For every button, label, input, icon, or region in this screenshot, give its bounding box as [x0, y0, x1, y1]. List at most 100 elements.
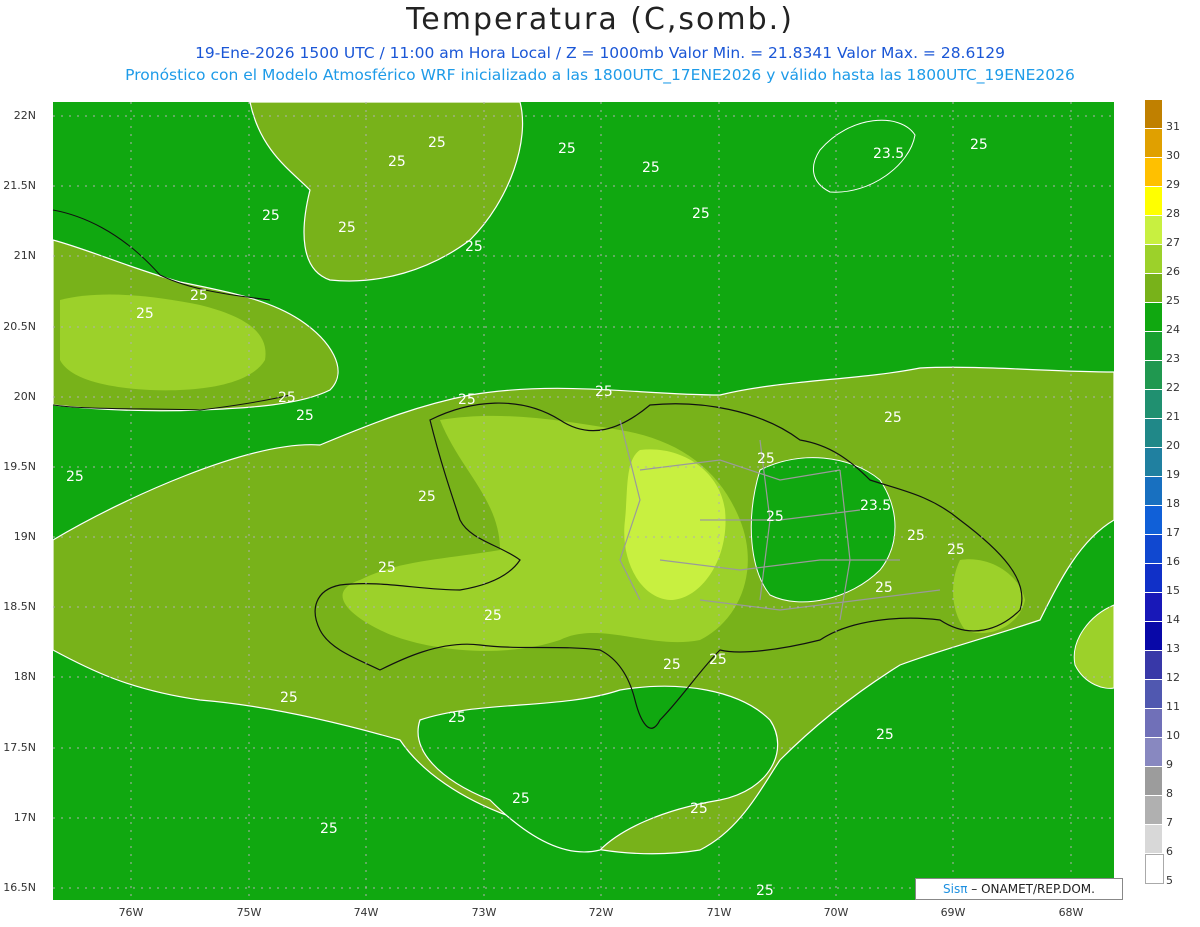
svg-text:25: 25: [642, 160, 660, 176]
svg-text:25: 25: [692, 206, 710, 222]
colorbar-swatch: [1145, 680, 1162, 709]
colorbar-label: 26: [1166, 265, 1180, 278]
svg-text:25: 25: [262, 208, 280, 224]
colorbar-label: 16: [1166, 555, 1180, 568]
svg-text:25: 25: [558, 141, 576, 157]
svg-text:25: 25: [66, 469, 84, 485]
svg-text:25: 25: [418, 489, 436, 505]
svg-text:25: 25: [458, 392, 476, 408]
colorbar-label: 11: [1166, 700, 1180, 713]
lon-label: 69W: [940, 906, 966, 919]
colorbar-label: 19: [1166, 468, 1180, 481]
colorbar-swatch: [1145, 129, 1162, 158]
colorbar-label: 13: [1166, 642, 1180, 655]
colorbar-swatch: [1145, 854, 1164, 884]
colorbar-label: 29: [1166, 178, 1180, 191]
svg-text:25: 25: [709, 652, 727, 668]
colorbar-swatch: [1145, 767, 1162, 796]
colorbar-swatch: [1145, 535, 1162, 564]
colorbar-label: 18: [1166, 497, 1180, 510]
lat-label: 20.5N: [3, 320, 36, 333]
svg-text:25: 25: [690, 801, 708, 817]
lat-label: 19N: [13, 530, 36, 543]
svg-text:25: 25: [278, 390, 296, 406]
colorbar-swatch: [1145, 245, 1162, 274]
svg-text:25: 25: [484, 608, 502, 624]
svg-text:25: 25: [136, 306, 154, 322]
colorbar-label: 25: [1166, 294, 1180, 307]
svg-text:25: 25: [875, 580, 893, 596]
colorbar-label: 6: [1166, 845, 1173, 858]
colorbar-label: 10: [1166, 729, 1180, 742]
colorbar-swatch: [1145, 796, 1162, 825]
svg-text:25: 25: [338, 220, 356, 236]
svg-text:25: 25: [907, 528, 925, 544]
svg-text:25: 25: [663, 657, 681, 673]
credit-text: – ONAMET/REP.DOM.: [971, 882, 1095, 896]
lat-label: 17.5N: [3, 741, 36, 754]
lat-label: 18.5N: [3, 600, 36, 613]
temperature-map: 25 25 25 25 25 25 25 25 23.5 25 25 25 25…: [52, 101, 1115, 900]
colorbar-label: 27: [1166, 236, 1180, 249]
svg-text:25: 25: [378, 560, 396, 576]
colorbar-swatch: [1145, 274, 1162, 303]
colorbar-label: 5: [1166, 874, 1173, 887]
colorbar-swatch: [1145, 361, 1162, 390]
svg-text:25: 25: [448, 710, 466, 726]
colorbar-swatch: [1145, 709, 1162, 738]
lon-label: 75W: [236, 906, 262, 919]
colorbar-label: 20: [1166, 439, 1180, 452]
svg-text:23.5: 23.5: [873, 146, 904, 162]
svg-text:25: 25: [280, 690, 298, 706]
colorbar-swatch: [1145, 593, 1162, 622]
colorbar-swatch: [1145, 506, 1162, 535]
colorbar-swatch: [1145, 564, 1162, 593]
credit-box: Sisπ – ONAMET/REP.DOM.: [915, 878, 1123, 900]
colorbar-label: 28: [1166, 207, 1180, 220]
sispi-logo: Sisπ: [943, 882, 968, 896]
svg-text:25: 25: [884, 410, 902, 426]
lat-label: 19.5N: [3, 460, 36, 473]
colorbar-label: 23: [1166, 352, 1180, 365]
colorbar-swatch: [1145, 738, 1162, 767]
colorbar-label: 12: [1166, 671, 1180, 684]
colorbar-swatch: [1145, 303, 1162, 332]
lat-label: 22N: [13, 109, 36, 122]
svg-text:25: 25: [465, 239, 483, 255]
colorbar-label: 7: [1166, 816, 1173, 829]
colorbar-label: 21: [1166, 410, 1180, 423]
svg-text:25: 25: [595, 384, 613, 400]
svg-text:23.5: 23.5: [860, 498, 891, 514]
lon-label: 71W: [706, 906, 732, 919]
svg-text:25: 25: [296, 408, 314, 424]
lat-label: 16.5N: [3, 881, 36, 894]
svg-text:25: 25: [756, 883, 774, 899]
colorbar-swatch: [1145, 187, 1162, 216]
svg-text:25: 25: [766, 509, 784, 525]
lat-label: 21.5N: [3, 179, 36, 192]
lat-label: 20N: [13, 390, 36, 403]
colorbar-label: 15: [1166, 584, 1180, 597]
colorbar-label: 24: [1166, 323, 1180, 336]
svg-text:25: 25: [428, 135, 446, 151]
colorbar-label: 31: [1166, 120, 1180, 133]
colorbar-label: 9: [1166, 758, 1173, 771]
colorbar-swatch: [1145, 216, 1162, 245]
colorbar-label: 22: [1166, 381, 1180, 394]
lon-label: 76W: [118, 906, 144, 919]
colorbar-label: 17: [1166, 526, 1180, 539]
lon-label: 68W: [1058, 906, 1084, 919]
lat-label: 21N: [13, 249, 36, 262]
colorbar-swatch: [1145, 477, 1162, 506]
svg-text:25: 25: [512, 791, 530, 807]
lat-label: 18N: [13, 670, 36, 683]
colorbar-label: 30: [1166, 149, 1180, 162]
svg-text:25: 25: [190, 288, 208, 304]
lon-label: 72W: [588, 906, 614, 919]
colorbar-swatch: [1145, 390, 1162, 419]
colorbar-swatch: [1145, 100, 1162, 129]
svg-text:25: 25: [757, 451, 775, 467]
svg-text:25: 25: [320, 821, 338, 837]
svg-text:25: 25: [947, 542, 965, 558]
colorbar-label: 8: [1166, 787, 1173, 800]
